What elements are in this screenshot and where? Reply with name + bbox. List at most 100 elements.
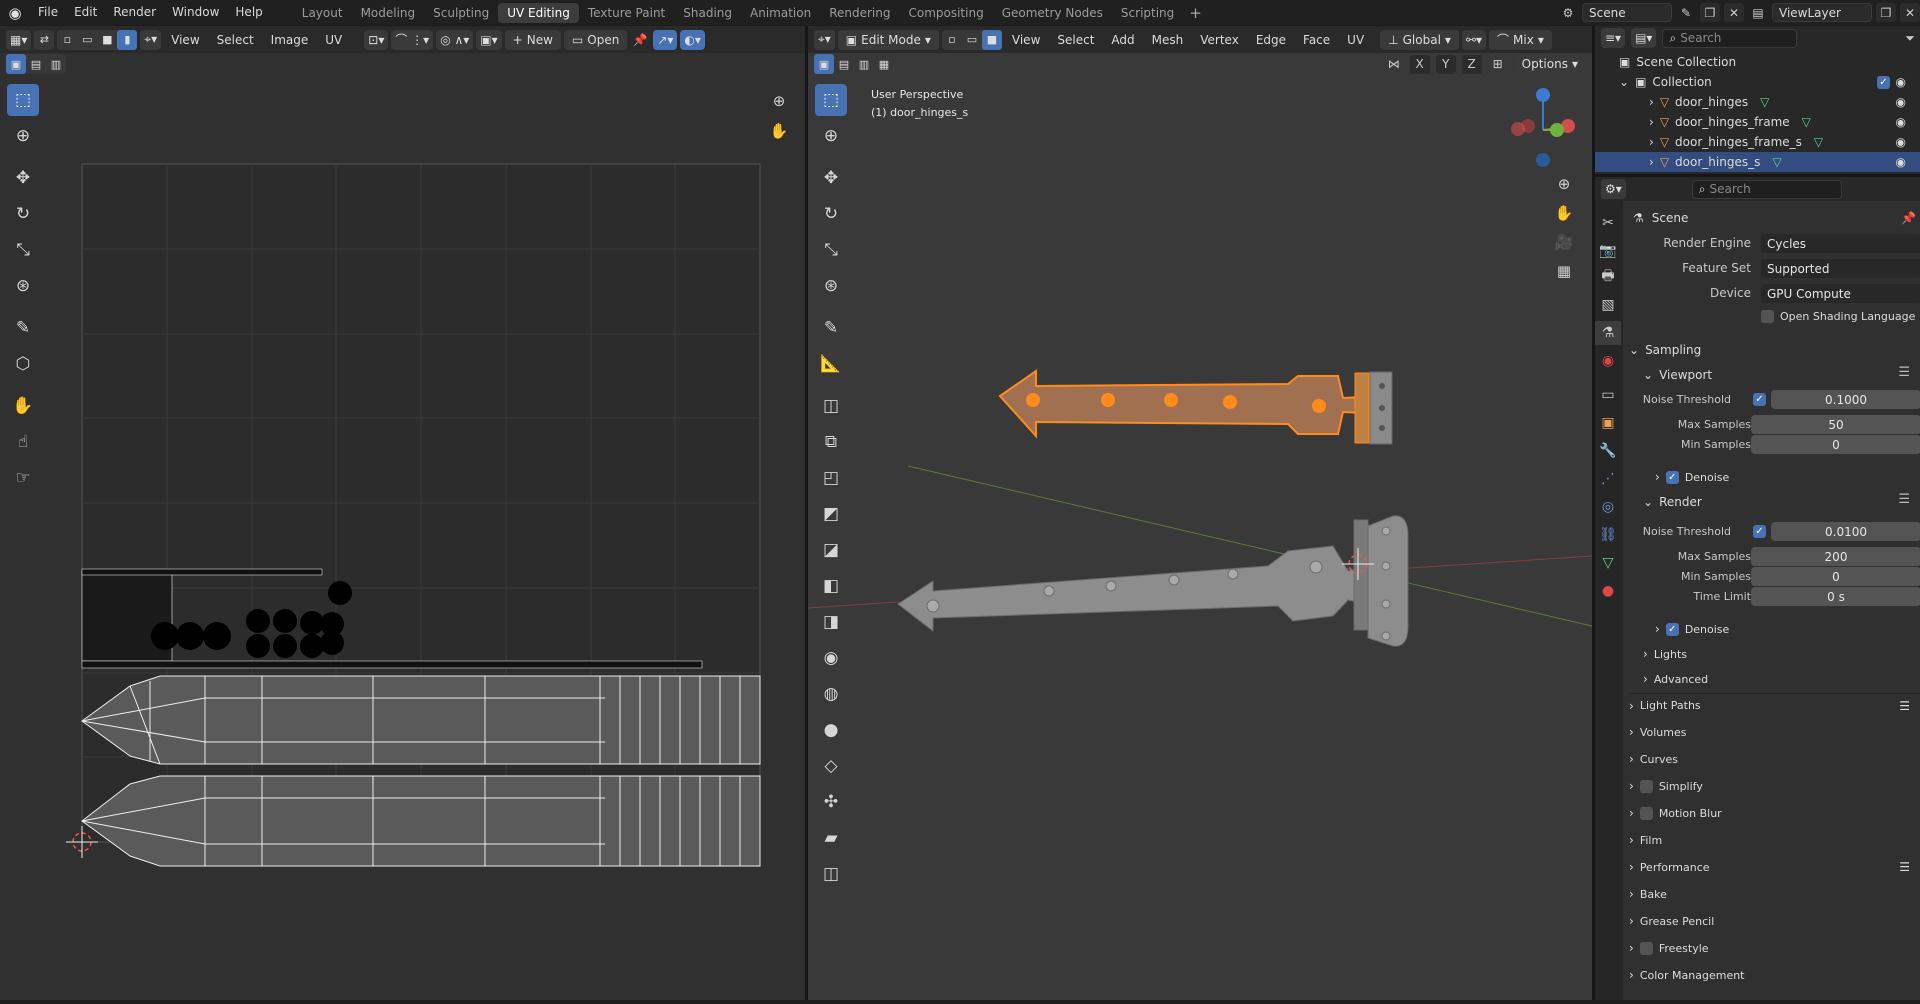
display-mode-icon[interactable]: ▤▾: [1631, 28, 1657, 48]
freestyle-checkbox[interactable]: [1639, 941, 1653, 955]
r-denoise-header[interactable]: › ✓ Denoise: [1655, 617, 1729, 641]
collection-checkbox[interactable]: ✓: [1877, 75, 1890, 89]
motion-blur-checkbox[interactable]: [1639, 806, 1653, 820]
outliner-item-door-hinges-frame[interactable]: › ▽ door_hinges_frame ▽ ◉: [1595, 112, 1920, 132]
r-noise-threshold-field[interactable]: 0.0100: [1771, 522, 1920, 541]
hinge-selected[interactable]: [998, 369, 1393, 445]
tab-layout[interactable]: Layout: [293, 3, 352, 23]
curves-panel[interactable]: › Curves: [1629, 747, 1678, 771]
volumes-panel[interactable]: › Volumes: [1629, 720, 1686, 744]
pin-icon[interactable]: 📌: [1901, 211, 1916, 225]
tab-rendering[interactable]: Rendering: [820, 3, 899, 23]
scene-icon[interactable]: ⚙: [1558, 3, 1578, 22]
outliner-item-door-hinges[interactable]: › ▽ door_hinges ▽ ◉: [1595, 92, 1920, 112]
camera-view-icon[interactable]: 🎥: [1551, 229, 1577, 255]
eye-icon[interactable]: ◉: [1896, 75, 1906, 89]
collection-tab-icon[interactable]: ▭: [1595, 383, 1621, 407]
r-max-samples-field[interactable]: 200: [1751, 547, 1920, 566]
color-management-panel[interactable]: › Color Management: [1629, 963, 1745, 987]
outliner-editor-type-icon[interactable]: ≡▾: [1601, 28, 1626, 48]
world-tab-icon[interactable]: ◉: [1595, 349, 1621, 373]
feature-set-dropdown[interactable]: Supported: [1761, 259, 1920, 278]
vp-noise-threshold-checkbox[interactable]: ✓: [1753, 393, 1766, 406]
viewport-subpanel-header[interactable]: ⌄ Viewport: [1643, 363, 1712, 387]
tool-tab-icon[interactable]: ✂: [1595, 211, 1621, 235]
tab-texture-paint[interactable]: Texture Paint: [579, 3, 674, 23]
grease-pencil-panel[interactable]: › Grease Pencil: [1629, 909, 1714, 933]
modifier-tab-icon[interactable]: 🔧: [1595, 439, 1621, 463]
sampling-panel-header[interactable]: ⌄ Sampling: [1629, 338, 1701, 362]
constraints-tab-icon[interactable]: ⛓: [1595, 523, 1621, 547]
viewlayer-field[interactable]: ViewLayer: [1772, 3, 1872, 22]
new-scene-icon[interactable]: ❐: [1700, 3, 1720, 22]
data-tab-icon[interactable]: ▽: [1595, 551, 1621, 575]
performance-panel[interactable]: › Performance ☰: [1629, 855, 1920, 879]
ortho-grid-icon[interactable]: ▦: [1551, 258, 1577, 284]
viewport-canvas[interactable]: [808, 26, 1592, 1000]
tab-scripting[interactable]: Scripting: [1112, 3, 1183, 23]
tab-modeling[interactable]: Modeling: [352, 3, 425, 23]
osl-checkbox[interactable]: [1761, 310, 1774, 323]
eye-icon[interactable]: ◉: [1896, 135, 1906, 149]
render-presets-list-icon[interactable]: ☰: [1898, 492, 1910, 507]
render-subpanel-header[interactable]: ⌄ Render: [1643, 490, 1702, 514]
material-tab-icon[interactable]: ●: [1595, 579, 1621, 603]
delete-scene-icon[interactable]: ✕: [1724, 3, 1744, 22]
tab-shading[interactable]: Shading: [674, 3, 741, 23]
menu-edit[interactable]: Edit: [66, 0, 105, 25]
hinge-object[interactable]: [897, 515, 1409, 647]
menu-help[interactable]: Help: [227, 0, 270, 25]
bake-panel[interactable]: › Bake: [1629, 882, 1667, 906]
film-panel[interactable]: › Film: [1629, 828, 1662, 852]
view-layer-tab-icon[interactable]: ▧: [1595, 293, 1621, 317]
tab-geometry-nodes[interactable]: Geometry Nodes: [993, 3, 1112, 23]
particles-tab-icon[interactable]: ⋰: [1595, 467, 1621, 491]
advanced-subpanel-header[interactable]: › Advanced: [1643, 667, 1708, 691]
outliner-item-door-hinges-s[interactable]: › ▽ door_hinges_s ▽ ◉: [1595, 152, 1920, 172]
freestyle-panel[interactable]: › Freestyle: [1629, 936, 1709, 960]
vp-pan-hand-icon[interactable]: ✋: [1551, 200, 1577, 226]
motion-blur-panel[interactable]: › Motion Blur: [1629, 801, 1722, 825]
presets-list-icon[interactable]: ☰: [1899, 860, 1910, 874]
tab-sculpting[interactable]: Sculpting: [424, 3, 498, 23]
simplify-checkbox[interactable]: [1639, 779, 1653, 793]
device-dropdown[interactable]: GPU Compute: [1761, 284, 1920, 303]
vp-denoise-header[interactable]: › ✓ Denoise: [1655, 465, 1729, 489]
new-viewlayer-icon[interactable]: ❐: [1876, 3, 1896, 22]
scene-collection-row[interactable]: ▣ Scene Collection: [1595, 52, 1920, 72]
vp-zoom-icon[interactable]: ⊕: [1551, 171, 1577, 197]
light-paths-panel[interactable]: › Light Paths ☰: [1629, 693, 1920, 717]
physics-tab-icon[interactable]: ◎: [1595, 495, 1621, 519]
render-tab-icon[interactable]: 📷: [1595, 239, 1621, 263]
osl-toggle[interactable]: Open Shading Language: [1761, 310, 1915, 323]
menu-window[interactable]: Window: [164, 0, 227, 25]
viewlayer-icon[interactable]: ▤: [1748, 3, 1768, 22]
vp-noise-threshold-field[interactable]: 0.1000: [1771, 390, 1920, 409]
properties-search[interactable]: ⌕ Search: [1691, 179, 1842, 199]
delete-viewlayer-icon[interactable]: ✕: [1900, 3, 1920, 22]
render-engine-dropdown[interactable]: Cycles: [1761, 234, 1920, 253]
lights-subpanel-header[interactable]: › Lights: [1643, 642, 1687, 666]
r-noise-threshold-checkbox[interactable]: ✓: [1753, 525, 1766, 538]
scene-tab-icon[interactable]: ⚗: [1595, 321, 1621, 345]
time-limit-field[interactable]: 0 s: [1751, 587, 1920, 606]
tab-compositing[interactable]: Compositing: [899, 3, 992, 23]
pin-icon[interactable]: ✎: [1676, 3, 1696, 22]
outliner-search[interactable]: ⌕ Search: [1662, 28, 1798, 48]
filter-icon[interactable]: ⏷: [1900, 29, 1920, 48]
simplify-panel[interactable]: › Simplify: [1629, 774, 1703, 798]
uv-canvas[interactable]: [0, 26, 805, 1000]
eye-icon[interactable]: ◉: [1896, 95, 1906, 109]
add-workspace-button[interactable]: +: [1183, 4, 1208, 22]
presets-list-icon[interactable]: ☰: [1898, 365, 1910, 380]
tab-animation[interactable]: Animation: [741, 3, 820, 23]
navigation-gizmo[interactable]: [1511, 88, 1575, 167]
properties-editor-type-icon[interactable]: ⚙▾: [1601, 179, 1626, 199]
outliner-item-door-hinges-frame-s[interactable]: › ▽ door_hinges_frame_s ▽ ◉: [1595, 132, 1920, 152]
eye-icon[interactable]: ◉: [1896, 115, 1906, 129]
menu-render[interactable]: Render: [105, 0, 164, 25]
r-min-samples-field[interactable]: 0: [1751, 567, 1920, 586]
vp-denoise-checkbox[interactable]: ✓: [1665, 470, 1679, 484]
vp-min-samples-field[interactable]: 0: [1751, 435, 1920, 454]
menu-file[interactable]: File: [30, 0, 66, 25]
